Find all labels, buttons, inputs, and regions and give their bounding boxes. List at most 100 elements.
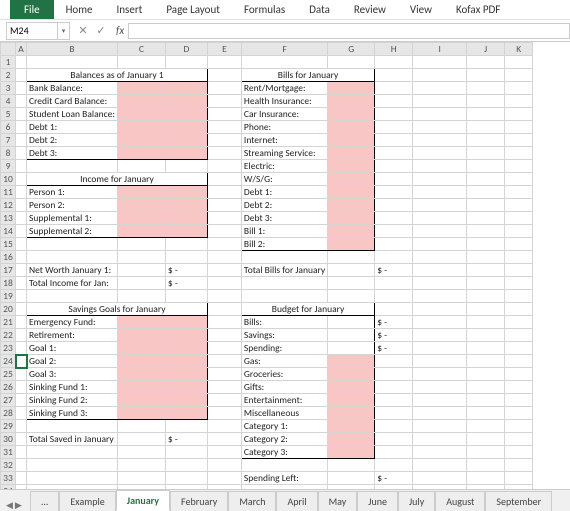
- cell[interactable]: [207, 238, 241, 251]
- cell[interactable]: Debt 2:: [27, 134, 118, 147]
- cell[interactable]: [16, 199, 27, 212]
- col-header[interactable]: E: [207, 43, 241, 56]
- cell[interactable]: [16, 316, 27, 329]
- cell[interactable]: Savings:: [241, 329, 327, 342]
- select-all-cell[interactable]: [1, 43, 16, 56]
- cell[interactable]: [505, 186, 533, 199]
- cell[interactable]: [413, 134, 467, 147]
- cell[interactable]: Electric:: [241, 160, 327, 173]
- cell[interactable]: [16, 225, 27, 238]
- cell[interactable]: Goal 1:: [27, 342, 118, 355]
- cell[interactable]: [375, 238, 413, 251]
- cell[interactable]: [413, 108, 467, 121]
- cell[interactable]: [16, 147, 27, 160]
- col-header[interactable]: B: [27, 43, 118, 56]
- cell[interactable]: [117, 134, 165, 147]
- cell[interactable]: Debt 3:: [241, 212, 327, 225]
- col-header[interactable]: H: [375, 43, 413, 56]
- cell[interactable]: [375, 420, 413, 433]
- cell[interactable]: Total Bills for January: [241, 264, 327, 277]
- cell[interactable]: [505, 69, 533, 82]
- cell[interactable]: [207, 472, 241, 485]
- cell[interactable]: [165, 121, 207, 134]
- row-header[interactable]: 18: [1, 277, 16, 290]
- cell[interactable]: [241, 485, 327, 490]
- sheet-tab[interactable]: ...: [30, 491, 60, 511]
- cell[interactable]: [207, 82, 241, 95]
- cell[interactable]: Category 1:: [241, 420, 327, 433]
- cell[interactable]: [165, 134, 207, 147]
- cell[interactable]: [328, 95, 375, 108]
- cell[interactable]: [16, 173, 27, 186]
- row-header[interactable]: 9: [1, 160, 16, 173]
- cell[interactable]: [27, 160, 118, 173]
- cell[interactable]: [467, 329, 505, 342]
- cell[interactable]: Supplemental 1:: [27, 212, 118, 225]
- cell[interactable]: [467, 69, 505, 82]
- cell[interactable]: Phone:: [241, 121, 327, 134]
- cell[interactable]: [413, 69, 467, 82]
- cell[interactable]: [375, 277, 413, 290]
- cell[interactable]: [328, 472, 375, 485]
- cell[interactable]: [505, 342, 533, 355]
- cell[interactable]: [165, 446, 207, 459]
- cell[interactable]: [16, 485, 27, 490]
- col-header[interactable]: D: [165, 43, 207, 56]
- row-header[interactable]: 1: [1, 56, 16, 69]
- cell[interactable]: [117, 485, 165, 490]
- row-header[interactable]: 3: [1, 82, 16, 95]
- cell[interactable]: [505, 95, 533, 108]
- cell[interactable]: [467, 316, 505, 329]
- cell[interactable]: [328, 420, 375, 433]
- cell[interactable]: Car Insurance:: [241, 108, 327, 121]
- ribbon-tab-review[interactable]: Review: [342, 0, 398, 19]
- name-box[interactable]: M24: [6, 22, 58, 40]
- cell[interactable]: [413, 381, 467, 394]
- cell[interactable]: [413, 251, 467, 264]
- cell[interactable]: [165, 212, 207, 225]
- cell[interactable]: [27, 290, 118, 303]
- cell[interactable]: [505, 433, 533, 446]
- cell[interactable]: [328, 459, 375, 472]
- cell[interactable]: Student Loan Balance:: [27, 108, 118, 121]
- col-header[interactable]: A: [16, 43, 27, 56]
- cell[interactable]: Rent/Mortgage:: [241, 82, 327, 95]
- cell[interactable]: Health Insurance:: [241, 95, 327, 108]
- cell[interactable]: W/S/G:: [241, 173, 327, 186]
- cell[interactable]: Internet:: [241, 134, 327, 147]
- cell[interactable]: [467, 173, 505, 186]
- cell[interactable]: [328, 56, 375, 69]
- cell[interactable]: [328, 368, 375, 381]
- cell[interactable]: [328, 290, 375, 303]
- cell[interactable]: [117, 264, 165, 277]
- row-header[interactable]: 25: [1, 368, 16, 381]
- cell[interactable]: [413, 459, 467, 472]
- cell[interactable]: [328, 381, 375, 394]
- cell[interactable]: [207, 251, 241, 264]
- row-header[interactable]: 26: [1, 381, 16, 394]
- row-header[interactable]: 27: [1, 394, 16, 407]
- cell[interactable]: [467, 199, 505, 212]
- cell[interactable]: [505, 355, 533, 368]
- cell[interactable]: [413, 342, 467, 355]
- cell[interactable]: [375, 251, 413, 264]
- cell[interactable]: [413, 355, 467, 368]
- cell[interactable]: [165, 368, 207, 381]
- cell[interactable]: [16, 394, 27, 407]
- cell[interactable]: [16, 303, 27, 316]
- cell[interactable]: [467, 134, 505, 147]
- cell[interactable]: [27, 420, 118, 433]
- cell[interactable]: [328, 485, 375, 490]
- cell[interactable]: Income for January: [27, 173, 208, 186]
- cell[interactable]: [117, 433, 165, 446]
- cell[interactable]: [165, 420, 207, 433]
- cell[interactable]: [505, 160, 533, 173]
- cell[interactable]: [413, 303, 467, 316]
- cell[interactable]: Spending Left:: [241, 472, 327, 485]
- cell[interactable]: [165, 290, 207, 303]
- cell[interactable]: [165, 329, 207, 342]
- cell[interactable]: Spending:: [241, 342, 327, 355]
- cell[interactable]: Goal 3:: [27, 368, 118, 381]
- cell[interactable]: Credit Card Balance:: [27, 95, 118, 108]
- cell[interactable]: [467, 303, 505, 316]
